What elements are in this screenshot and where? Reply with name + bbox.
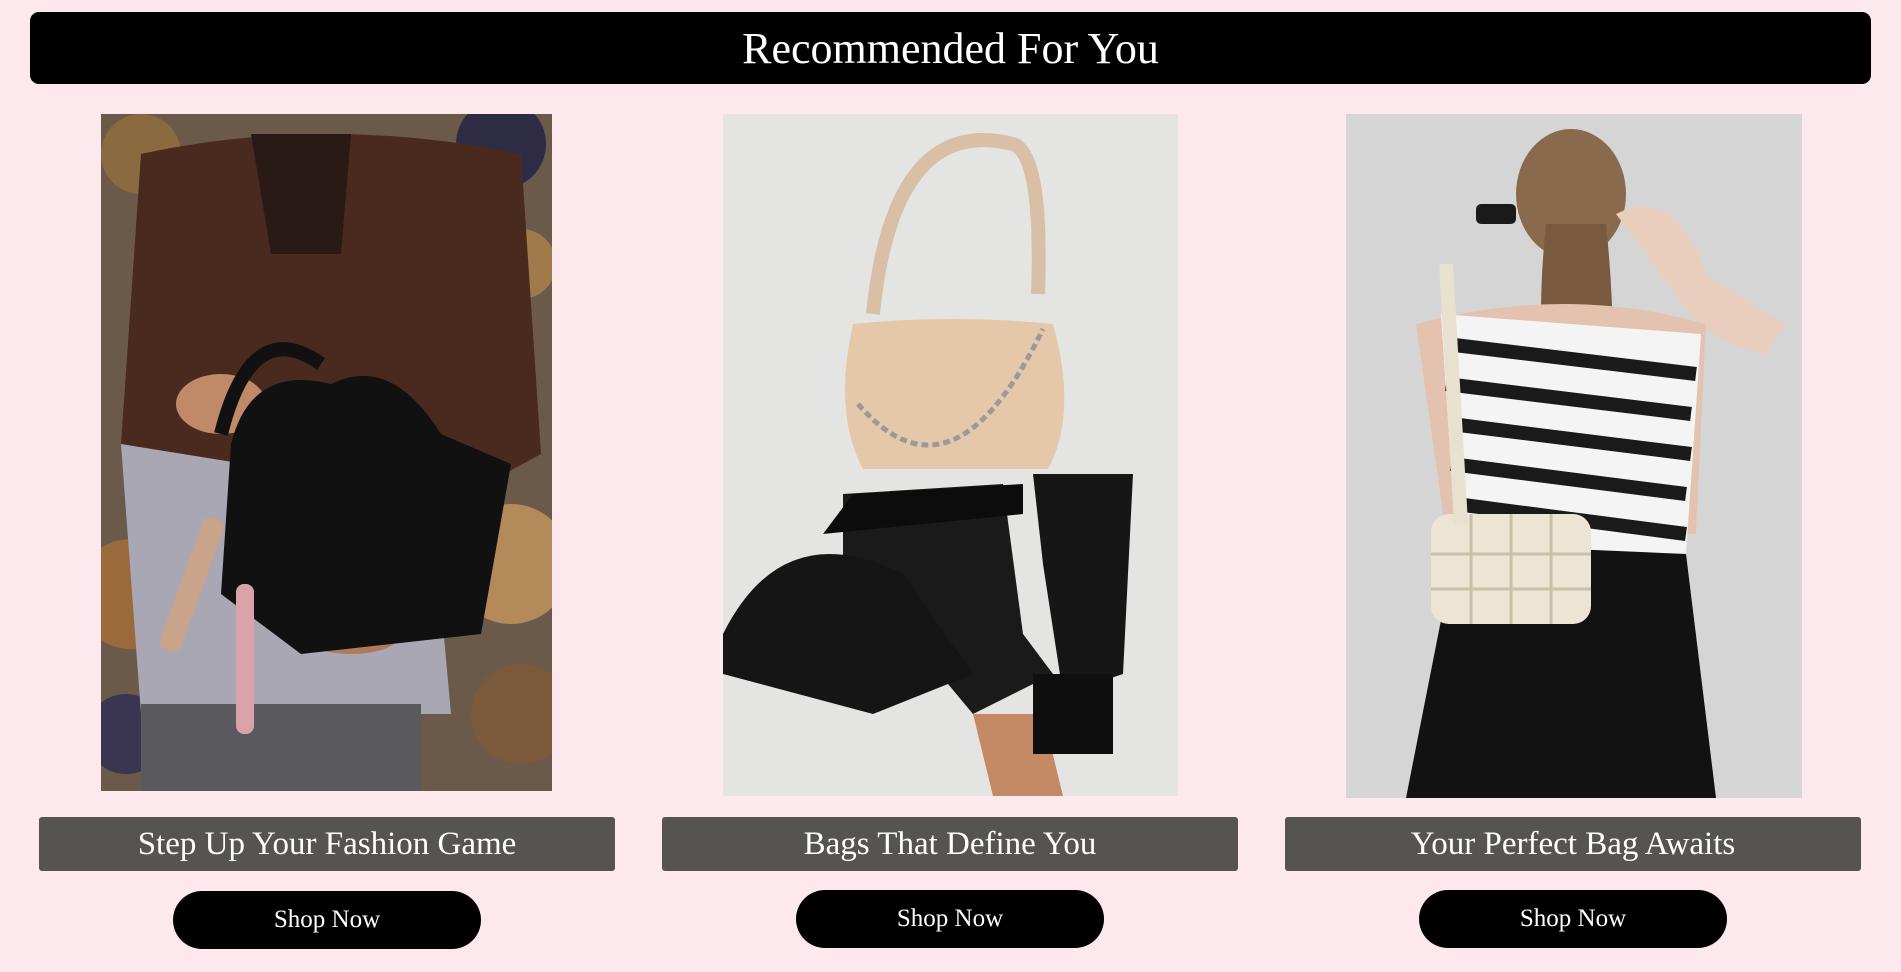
- product-card-3: Your Perfect Bag Awaits Shop Now: [1285, 0, 1861, 972]
- product-caption-3: Your Perfect Bag Awaits: [1285, 817, 1861, 871]
- product-caption-2: Bags That Define You: [662, 817, 1238, 871]
- shop-now-button-2[interactable]: Shop Now: [796, 890, 1104, 948]
- product-card-2: Bags That Define You Shop Now: [662, 0, 1238, 972]
- product-image-2[interactable]: [723, 114, 1178, 796]
- shop-now-button-1[interactable]: Shop Now: [173, 891, 481, 949]
- product-image-1[interactable]: [101, 114, 552, 791]
- product-image-3[interactable]: [1346, 114, 1802, 798]
- product-card-1: Step Up Your Fashion Game Shop Now: [39, 0, 615, 972]
- shop-now-button-3[interactable]: Shop Now: [1419, 890, 1727, 948]
- product-caption-1: Step Up Your Fashion Game: [39, 817, 615, 871]
